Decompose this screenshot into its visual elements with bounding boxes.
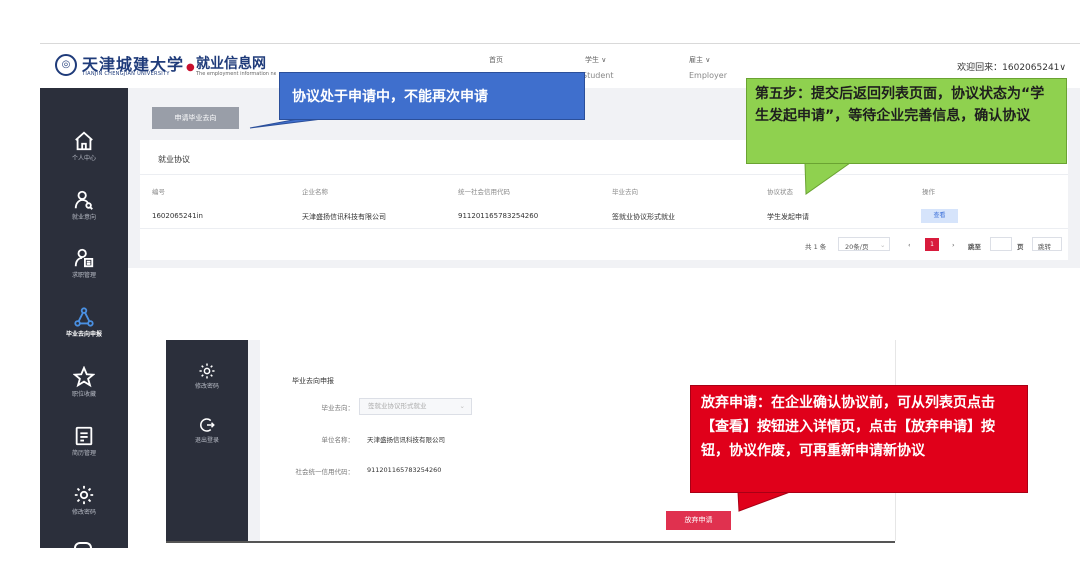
callout-step-five: 第五步：提交后返回列表页面，协议状态为“学生发起申请”，等待企业完善信息，确认协…: [746, 78, 1067, 164]
green-callout-pointer: [804, 162, 852, 195]
callout-abandon-application: 放弃申请：在企业确认协议前，可从列表页点击【查看】按钮进入详情页，点击【放弃申请…: [690, 385, 1028, 493]
red-callout-pointer: [737, 491, 791, 512]
callout-application-in-progress: 协议处于申请中，不能再次申请: [279, 72, 585, 120]
